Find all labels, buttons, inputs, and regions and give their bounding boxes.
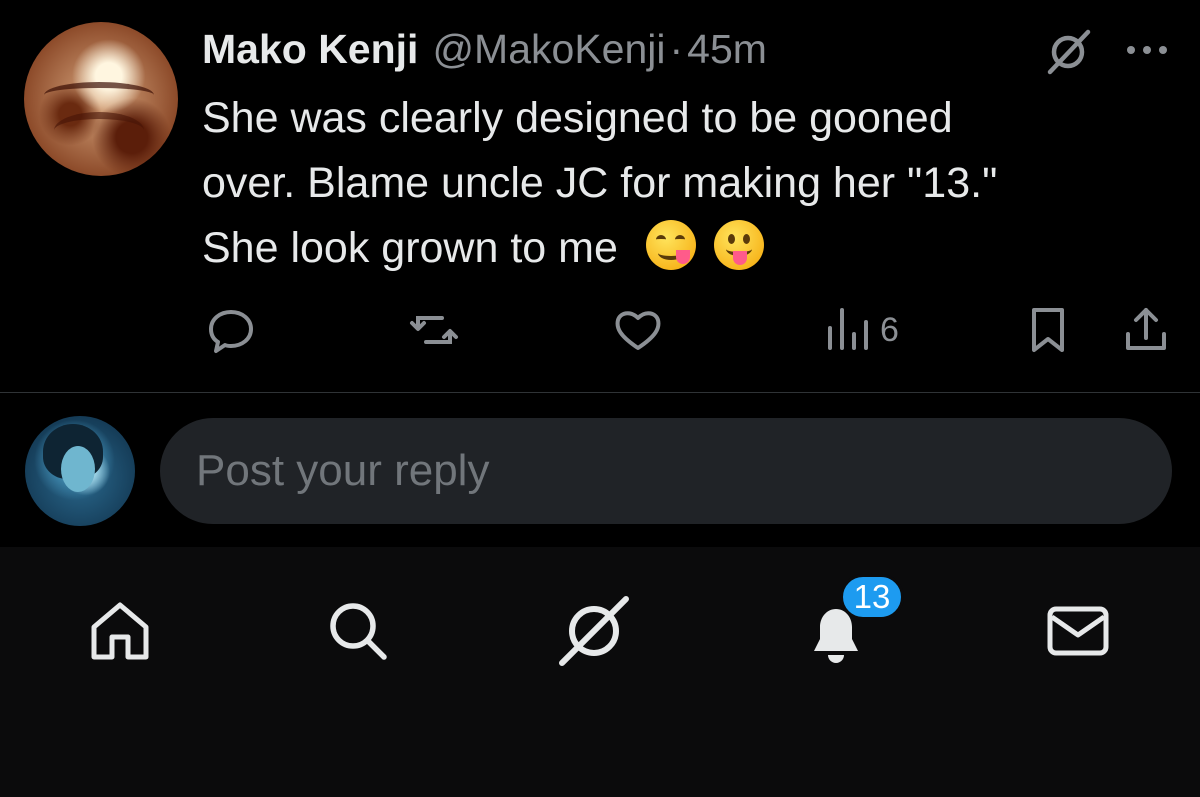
tweet-text-line-3: She look grown to me xyxy=(202,224,618,272)
grok-icon[interactable] xyxy=(1044,28,1092,76)
tweet-text: She was clearly designed to be gooned ov… xyxy=(202,86,1162,281)
reply-icon[interactable] xyxy=(205,304,257,356)
face-savoring-food-emoji xyxy=(645,220,696,270)
views[interactable]: 6 xyxy=(822,304,899,356)
author-handle[interactable]: @MakoKenji xyxy=(432,26,665,73)
author-avatar[interactable] xyxy=(24,22,178,176)
grok-icon[interactable] xyxy=(558,595,630,667)
separator-dot: · xyxy=(669,25,684,72)
more-options-icon[interactable] xyxy=(1124,36,1170,64)
search-icon[interactable] xyxy=(322,595,394,667)
views-count: 6 xyxy=(880,310,899,349)
tweet-text-line: over. Blame uncle JC for making her "13.… xyxy=(202,159,998,207)
author-name[interactable]: Mako Kenji xyxy=(202,26,418,73)
messages-icon[interactable] xyxy=(1042,595,1114,667)
like-heart-icon[interactable] xyxy=(612,304,664,356)
bottom-tab-bar: 13 xyxy=(0,547,1200,797)
tweet-timestamp[interactable]: 45m xyxy=(687,26,767,73)
share-icon[interactable] xyxy=(1120,304,1172,356)
home-icon[interactable] xyxy=(84,595,156,667)
tweet: Mako Kenji @MakoKenji · 45m She was clea… xyxy=(0,0,1200,392)
reply-input[interactable] xyxy=(160,418,1172,524)
current-user-avatar[interactable] xyxy=(25,416,135,526)
tweet-actions: 6 xyxy=(0,300,1200,360)
tweet-text-line: She was clearly designed to be gooned xyxy=(202,94,953,142)
tweet-text-line: She look grown to me xyxy=(202,216,1162,281)
views-chart-icon xyxy=(828,308,868,350)
face-with-tongue-emoji xyxy=(713,220,764,270)
notifications-badge: 13 xyxy=(840,574,904,620)
reply-composer xyxy=(0,393,1200,547)
repost-icon[interactable] xyxy=(408,304,460,356)
tweet-header: Mako Kenji @MakoKenji · 45m xyxy=(202,24,767,74)
bookmark-icon[interactable] xyxy=(1022,304,1074,356)
